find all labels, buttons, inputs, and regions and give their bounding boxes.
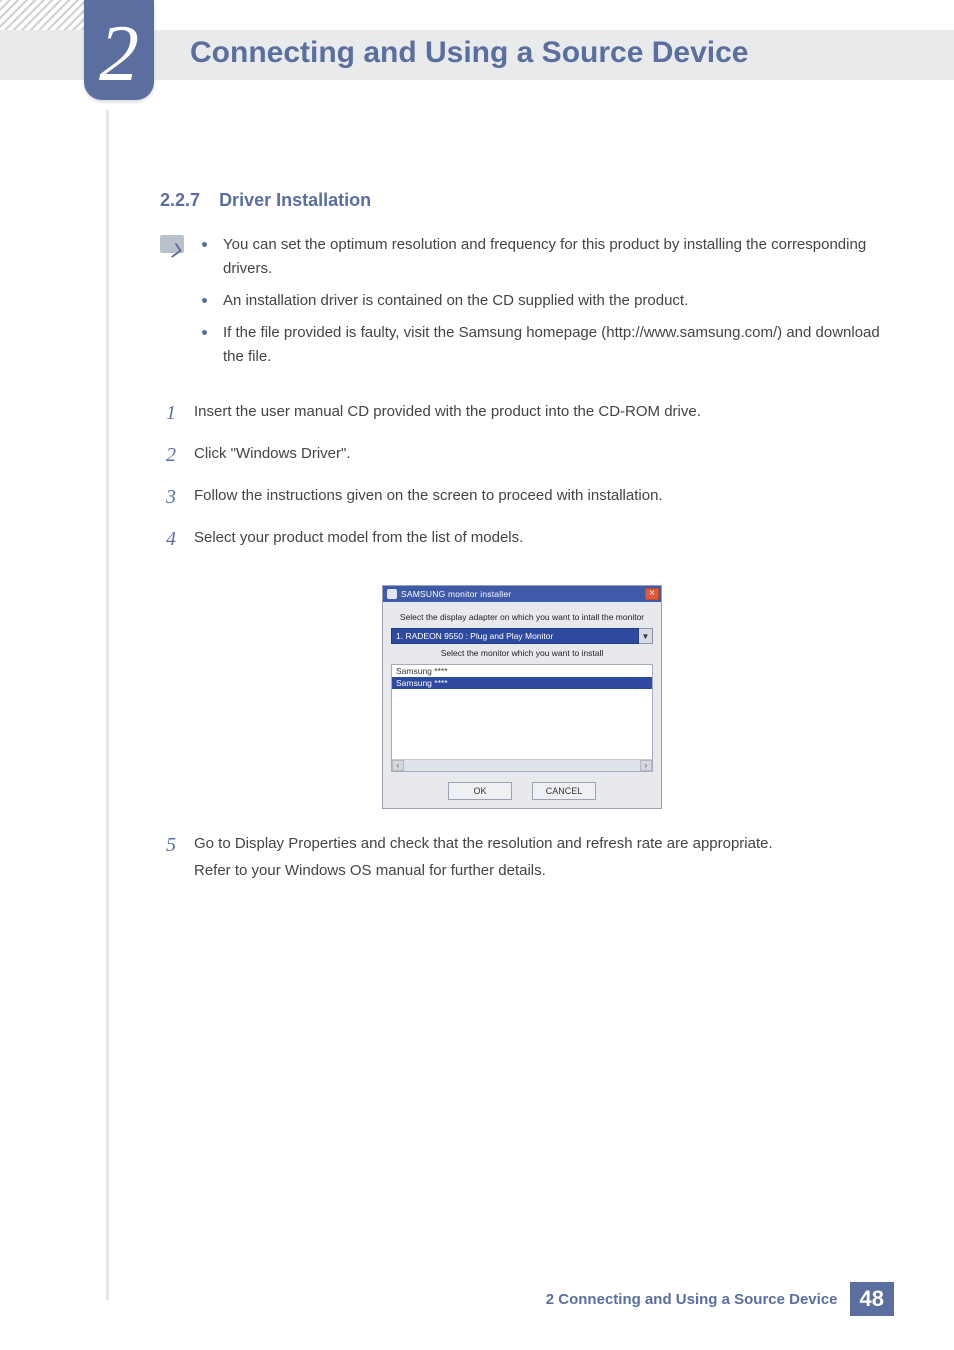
dialog-titlebar: SAMSUNG monitor installer × bbox=[383, 586, 661, 602]
bullet-dot-icon bbox=[202, 330, 207, 335]
step-text: Go to Display Properties and check that … bbox=[194, 827, 884, 884]
note-text: An installation driver is contained on t… bbox=[223, 289, 884, 313]
step-number: 1 bbox=[160, 395, 176, 431]
scroll-right-button[interactable]: › bbox=[640, 760, 652, 771]
installer-dialog: SAMSUNG monitor installer × Select the d… bbox=[382, 585, 662, 809]
app-icon bbox=[387, 589, 397, 599]
chapter-number: 2 bbox=[99, 14, 139, 94]
chevron-down-icon[interactable]: ▼ bbox=[639, 628, 653, 644]
step-item: 1 Insert the user manual CD provided wit… bbox=[160, 395, 884, 431]
note-text: You can set the optimum resolution and f… bbox=[223, 233, 884, 281]
monitor-listbox[interactable]: Samsung **** Samsung **** ‹ › bbox=[391, 664, 653, 772]
section-title: Driver Installation bbox=[219, 190, 371, 210]
chapter-badge: 2 bbox=[84, 0, 154, 100]
adapter-label: Select the display adapter on which you … bbox=[391, 612, 653, 622]
dialog-button-row: OK CANCEL bbox=[391, 782, 653, 800]
note-block: You can set the optimum resolution and f… bbox=[160, 233, 884, 377]
scroll-left-button[interactable]: ‹ bbox=[392, 760, 404, 771]
note-bullet: If the file provided is faulty, visit th… bbox=[202, 321, 884, 369]
chapter-title: Connecting and Using a Source Device bbox=[190, 36, 748, 70]
note-bullet: An installation driver is contained on t… bbox=[202, 289, 884, 313]
step-text: Follow the instructions given on the scr… bbox=[194, 479, 884, 515]
step-item: 5 Go to Display Properties and check tha… bbox=[160, 827, 884, 884]
bullet-dot-icon bbox=[202, 242, 207, 247]
step-item: 2 Click "Windows Driver". bbox=[160, 437, 884, 473]
content-area: 2.2.7 Driver Installation You can set th… bbox=[160, 190, 884, 890]
step-item: 3 Follow the instructions given on the s… bbox=[160, 479, 884, 515]
step-text-line1: Go to Display Properties and check that … bbox=[194, 835, 773, 852]
dialog-title: SAMSUNG monitor installer bbox=[401, 589, 511, 599]
note-text: If the file provided is faulty, visit th… bbox=[223, 321, 884, 369]
monitor-label: Select the monitor which you want to ins… bbox=[391, 648, 653, 658]
bullet-dot-icon bbox=[202, 298, 207, 303]
footer-text: 2 Connecting and Using a Source Device bbox=[546, 1291, 838, 1308]
steps-list: 1 Insert the user manual CD provided wit… bbox=[160, 395, 884, 557]
step-text: Insert the user manual CD provided with … bbox=[194, 395, 884, 431]
note-icon bbox=[160, 235, 184, 253]
note-bullet: You can set the optimum resolution and f… bbox=[202, 233, 884, 281]
list-item[interactable]: Samsung **** bbox=[392, 665, 652, 677]
note-bullets: You can set the optimum resolution and f… bbox=[202, 233, 884, 377]
step-text: Click "Windows Driver". bbox=[194, 437, 884, 473]
scroll-track[interactable] bbox=[404, 760, 640, 771]
titlebar-left: SAMSUNG monitor installer bbox=[387, 589, 511, 599]
page-footer: 2 Connecting and Using a Source Device 4… bbox=[0, 1282, 954, 1316]
adapter-dropdown[interactable]: 1. RADEON 9550 : Plug and Play Monitor ▼ bbox=[391, 628, 653, 644]
ok-button[interactable]: OK bbox=[448, 782, 512, 800]
list-item-selected[interactable]: Samsung **** bbox=[392, 677, 652, 689]
list-empty-area bbox=[392, 689, 652, 759]
section-number: 2.2.7 bbox=[160, 190, 200, 210]
step-text: Select your product model from the list … bbox=[194, 521, 884, 557]
page: 2 Connecting and Using a Source Device 2… bbox=[0, 0, 954, 1350]
section-heading: 2.2.7 Driver Installation bbox=[160, 190, 884, 211]
step-item: 4 Select your product model from the lis… bbox=[160, 521, 884, 557]
horizontal-scrollbar[interactable]: ‹ › bbox=[392, 759, 652, 771]
cancel-button[interactable]: CANCEL bbox=[532, 782, 596, 800]
step-number: 2 bbox=[160, 437, 176, 473]
step-number: 5 bbox=[160, 827, 176, 884]
installer-figure: SAMSUNG monitor installer × Select the d… bbox=[160, 585, 884, 809]
close-button[interactable]: × bbox=[645, 588, 659, 600]
left-vertical-rule bbox=[106, 110, 109, 1300]
step-number: 3 bbox=[160, 479, 176, 515]
adapter-value: 1. RADEON 9550 : Plug and Play Monitor bbox=[391, 628, 639, 644]
steps-list-continued: 5 Go to Display Properties and check tha… bbox=[160, 827, 884, 884]
step-number: 4 bbox=[160, 521, 176, 557]
dialog-body: Select the display adapter on which you … bbox=[383, 602, 661, 808]
step-text-line2: Refer to your Windows OS manual for furt… bbox=[194, 862, 546, 879]
page-number-badge: 48 bbox=[850, 1282, 894, 1316]
